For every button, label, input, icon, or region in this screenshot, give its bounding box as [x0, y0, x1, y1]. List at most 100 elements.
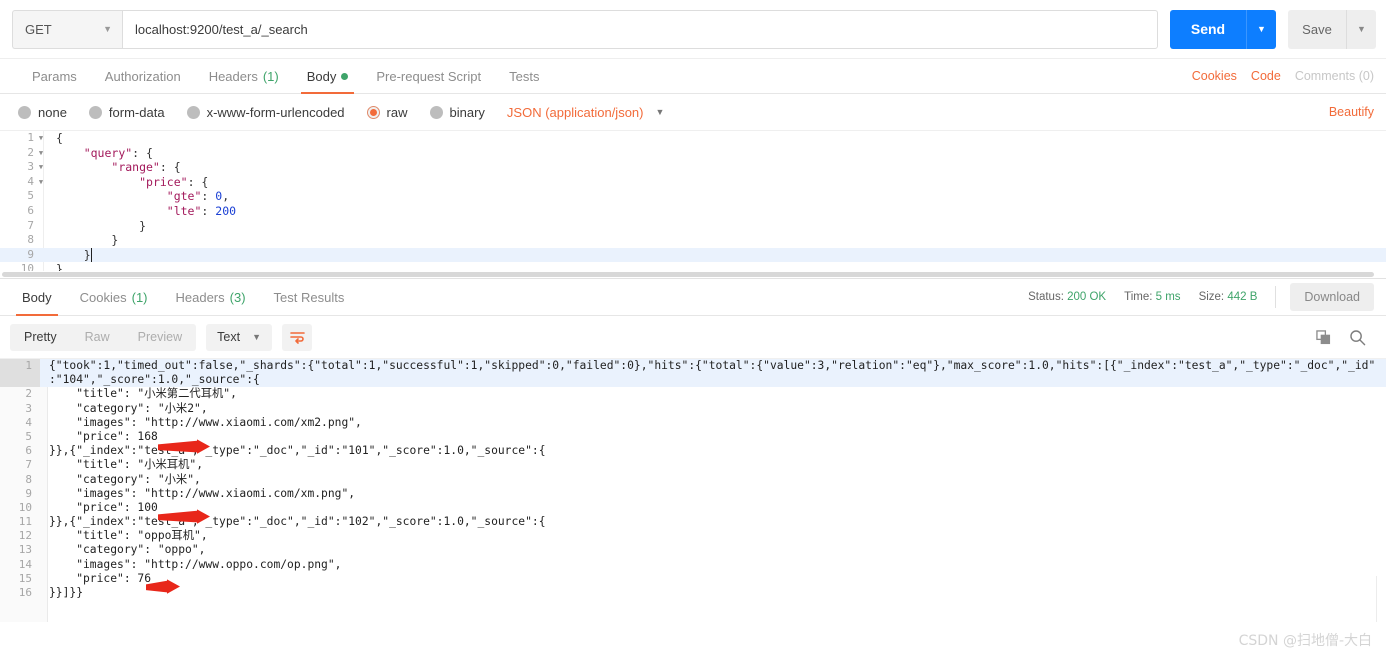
view-mode-raw[interactable]: Raw — [71, 324, 124, 351]
fold-chevron-down-icon[interactable]: ▼ — [36, 131, 46, 146]
response-line[interactable]: 5 "price": 168 — [0, 430, 1386, 444]
line-number: 10 — [18, 500, 32, 514]
editor-line[interactable]: 4 ▼ "price": { — [0, 175, 1386, 190]
response-line[interactable]: 14 "images": "http://www.oppo.com/op.png… — [0, 558, 1386, 572]
response-line[interactable]: 16}}]}} — [0, 586, 1386, 600]
response-tab-headers[interactable]: Headers (3) — [162, 279, 260, 315]
line-number: 14 — [18, 557, 32, 571]
time-label: Time: — [1124, 291, 1153, 303]
view-mode-preview[interactable]: Preview — [124, 324, 196, 351]
code-link[interactable]: Code — [1251, 69, 1281, 83]
response-line[interactable]: 13 "category": "oppo", — [0, 543, 1386, 557]
line-number: 3 — [27, 160, 34, 174]
tab-label: Pre-request Script — [376, 68, 482, 84]
tab-authorization[interactable]: Authorization — [91, 59, 195, 93]
send-button[interactable]: Send — [1170, 9, 1246, 49]
editor-line[interactable]: 5 "gte": 0, — [0, 189, 1386, 204]
size-value: 442 B — [1227, 291, 1258, 303]
response-line[interactable]: :"104","_score":1.0,"_source":{ — [0, 373, 1386, 388]
response-line[interactable]: 15 "price": 76 — [0, 572, 1386, 586]
tab-headers[interactable]: Headers (1) — [195, 59, 293, 93]
editor-line[interactable]: 6 "lte": 200 — [0, 204, 1386, 219]
line-text: }}]}} — [49, 586, 84, 599]
response-tab-cookies[interactable]: Cookies (1) — [66, 279, 162, 315]
tab-label: Body — [22, 289, 52, 305]
copy-icon[interactable] — [1316, 329, 1331, 345]
tab-body[interactable]: Body — [293, 59, 363, 94]
fold-chevron-down-icon[interactable]: ▼ — [36, 160, 46, 175]
line-number: 6 — [25, 444, 32, 458]
response-lines[interactable]: 1 {"took":1,"timed_out":false,"_shards":{… — [0, 359, 1386, 600]
save-button-group: Save ▼ — [1288, 9, 1376, 49]
tab-pre-request-script[interactable]: Pre-request Script — [362, 59, 495, 93]
view-mode-pretty[interactable]: Pretty — [10, 324, 71, 351]
chevron-down-icon: ▼ — [103, 24, 112, 34]
body-type-none[interactable]: none — [18, 105, 67, 120]
body-type-label: x-www-form-urlencoded — [206, 104, 345, 120]
response-line[interactable]: 2 "title": "小米第二代耳机", — [0, 387, 1386, 401]
response-line[interactable]: 12 "title": "oppo耳机", — [0, 529, 1386, 543]
tab-label: Body — [306, 68, 337, 84]
response-tab-test-results[interactable]: Test Results — [260, 279, 359, 315]
tab-label: Headers — [208, 68, 258, 84]
editor-line[interactable]: 8 } — [0, 233, 1386, 248]
wrap-lines-button[interactable] — [282, 323, 312, 351]
request-url-input[interactable]: localhost:9200/test_a/_search — [122, 9, 1158, 49]
body-type-x-www-form-urlencoded[interactable]: x-www-form-urlencoded — [186, 104, 345, 120]
fold-chevron-down-icon[interactable]: ▼ — [36, 146, 46, 161]
editor-line[interactable]: 9 } — [0, 247, 1386, 263]
tab-label: Cookies — [79, 289, 127, 305]
scrollbar-thumb[interactable] — [2, 272, 1375, 277]
send-options-chevron-down-icon[interactable]: ▼ — [1246, 9, 1276, 49]
line-number: 7 — [25, 458, 32, 472]
status-label: Status: — [1028, 291, 1064, 303]
content-type-value: JSON (application/json) — [506, 104, 644, 120]
response-line[interactable]: 6 }},{"_index":"test_a","_type":"_doc","_… — [0, 444, 1386, 458]
response-line[interactable]: 4 "images": "http://www.xiaomi.com/xm2.p… — [0, 416, 1386, 430]
content-type-select[interactable]: JSON (application/json) ▼ — [507, 105, 664, 120]
download-button[interactable]: Download — [1290, 283, 1374, 311]
response-format-select[interactable]: Text ▼ — [206, 323, 272, 351]
search-icon[interactable] — [1349, 329, 1366, 346]
fold-chevron-down-icon[interactable]: ▼ — [36, 175, 46, 190]
response-line[interactable]: 1 {"took":1,"timed_out":false,"_shards":{… — [0, 359, 1386, 374]
watermark: CSDN @扫地僧-大白 — [1238, 633, 1372, 649]
line-text: "title": "oppo耳机", — [49, 529, 208, 543]
response-line[interactable]: 8 "category": "小米", — [0, 473, 1386, 487]
comments-link[interactable]: Comments (0) — [1295, 69, 1374, 83]
response-tab-body[interactable]: Body — [8, 279, 66, 316]
body-type-binary[interactable]: binary — [429, 105, 485, 120]
response-line[interactable]: 9 "images": "http://www.xiaomi.com/xm.pn… — [0, 487, 1386, 501]
tab-label: Headers — [175, 289, 225, 305]
body-type-form-data[interactable]: form-data — [88, 105, 165, 120]
response-line[interactable]: 7 "title": "小米耳机", — [0, 458, 1386, 472]
tab-tests[interactable]: Tests — [495, 59, 553, 93]
cookies-link[interactable]: Cookies — [1192, 69, 1237, 83]
response-line[interactable]: 3 "category": "小米2", — [0, 402, 1386, 416]
http-method-select[interactable]: GET ▼ — [12, 9, 122, 49]
request-url-bar: GET ▼ localhost:9200/test_a/_search Send… — [0, 0, 1386, 58]
editor-line[interactable]: 7 } — [0, 219, 1386, 234]
viewer-corner — [1376, 576, 1386, 622]
editor-line[interactable]: 1 ▼ { — [0, 131, 1386, 146]
save-button[interactable]: Save — [1288, 9, 1346, 49]
line-text: }},{"_index":"test_a","_type":"_doc","_i… — [49, 444, 546, 458]
line-text: "price": { — [139, 174, 209, 189]
save-options-chevron-down-icon[interactable]: ▼ — [1346, 9, 1376, 49]
response-line[interactable]: 10 "price": 100 — [0, 501, 1386, 515]
beautify-button[interactable]: Beautify — [1329, 105, 1374, 119]
http-method-value: GET — [25, 21, 52, 37]
line-number: 8 — [27, 233, 34, 247]
editor-line[interactable]: 2 ▼ "query": { — [0, 146, 1386, 161]
body-type-raw[interactable]: raw — [366, 105, 408, 120]
editor-horizontal-scrollbar[interactable] — [0, 271, 1386, 278]
tab-params[interactable]: Params — [18, 59, 91, 93]
time-meta: Time: 5 ms — [1124, 291, 1180, 303]
response-body-viewer[interactable]: 1 {"took":1,"timed_out":false,"_shards":{… — [0, 358, 1386, 622]
editor-lines[interactable]: 1 ▼{2 ▼ "query": {3 ▼ "range": {4 ▼ "price":… — [0, 131, 1386, 278]
line-text: "images": "http://www.xiaomi.com/xm2.png… — [49, 415, 362, 429]
line-text: { — [56, 131, 63, 145]
response-line[interactable]: 11}},{"_index":"test_a","_type":"_doc","… — [0, 515, 1386, 529]
editor-line[interactable]: 3 ▼ "range": { — [0, 160, 1386, 175]
request-body-editor[interactable]: 1 ▼{2 ▼ "query": {3 ▼ "range": {4 ▼ "price":… — [0, 130, 1386, 278]
